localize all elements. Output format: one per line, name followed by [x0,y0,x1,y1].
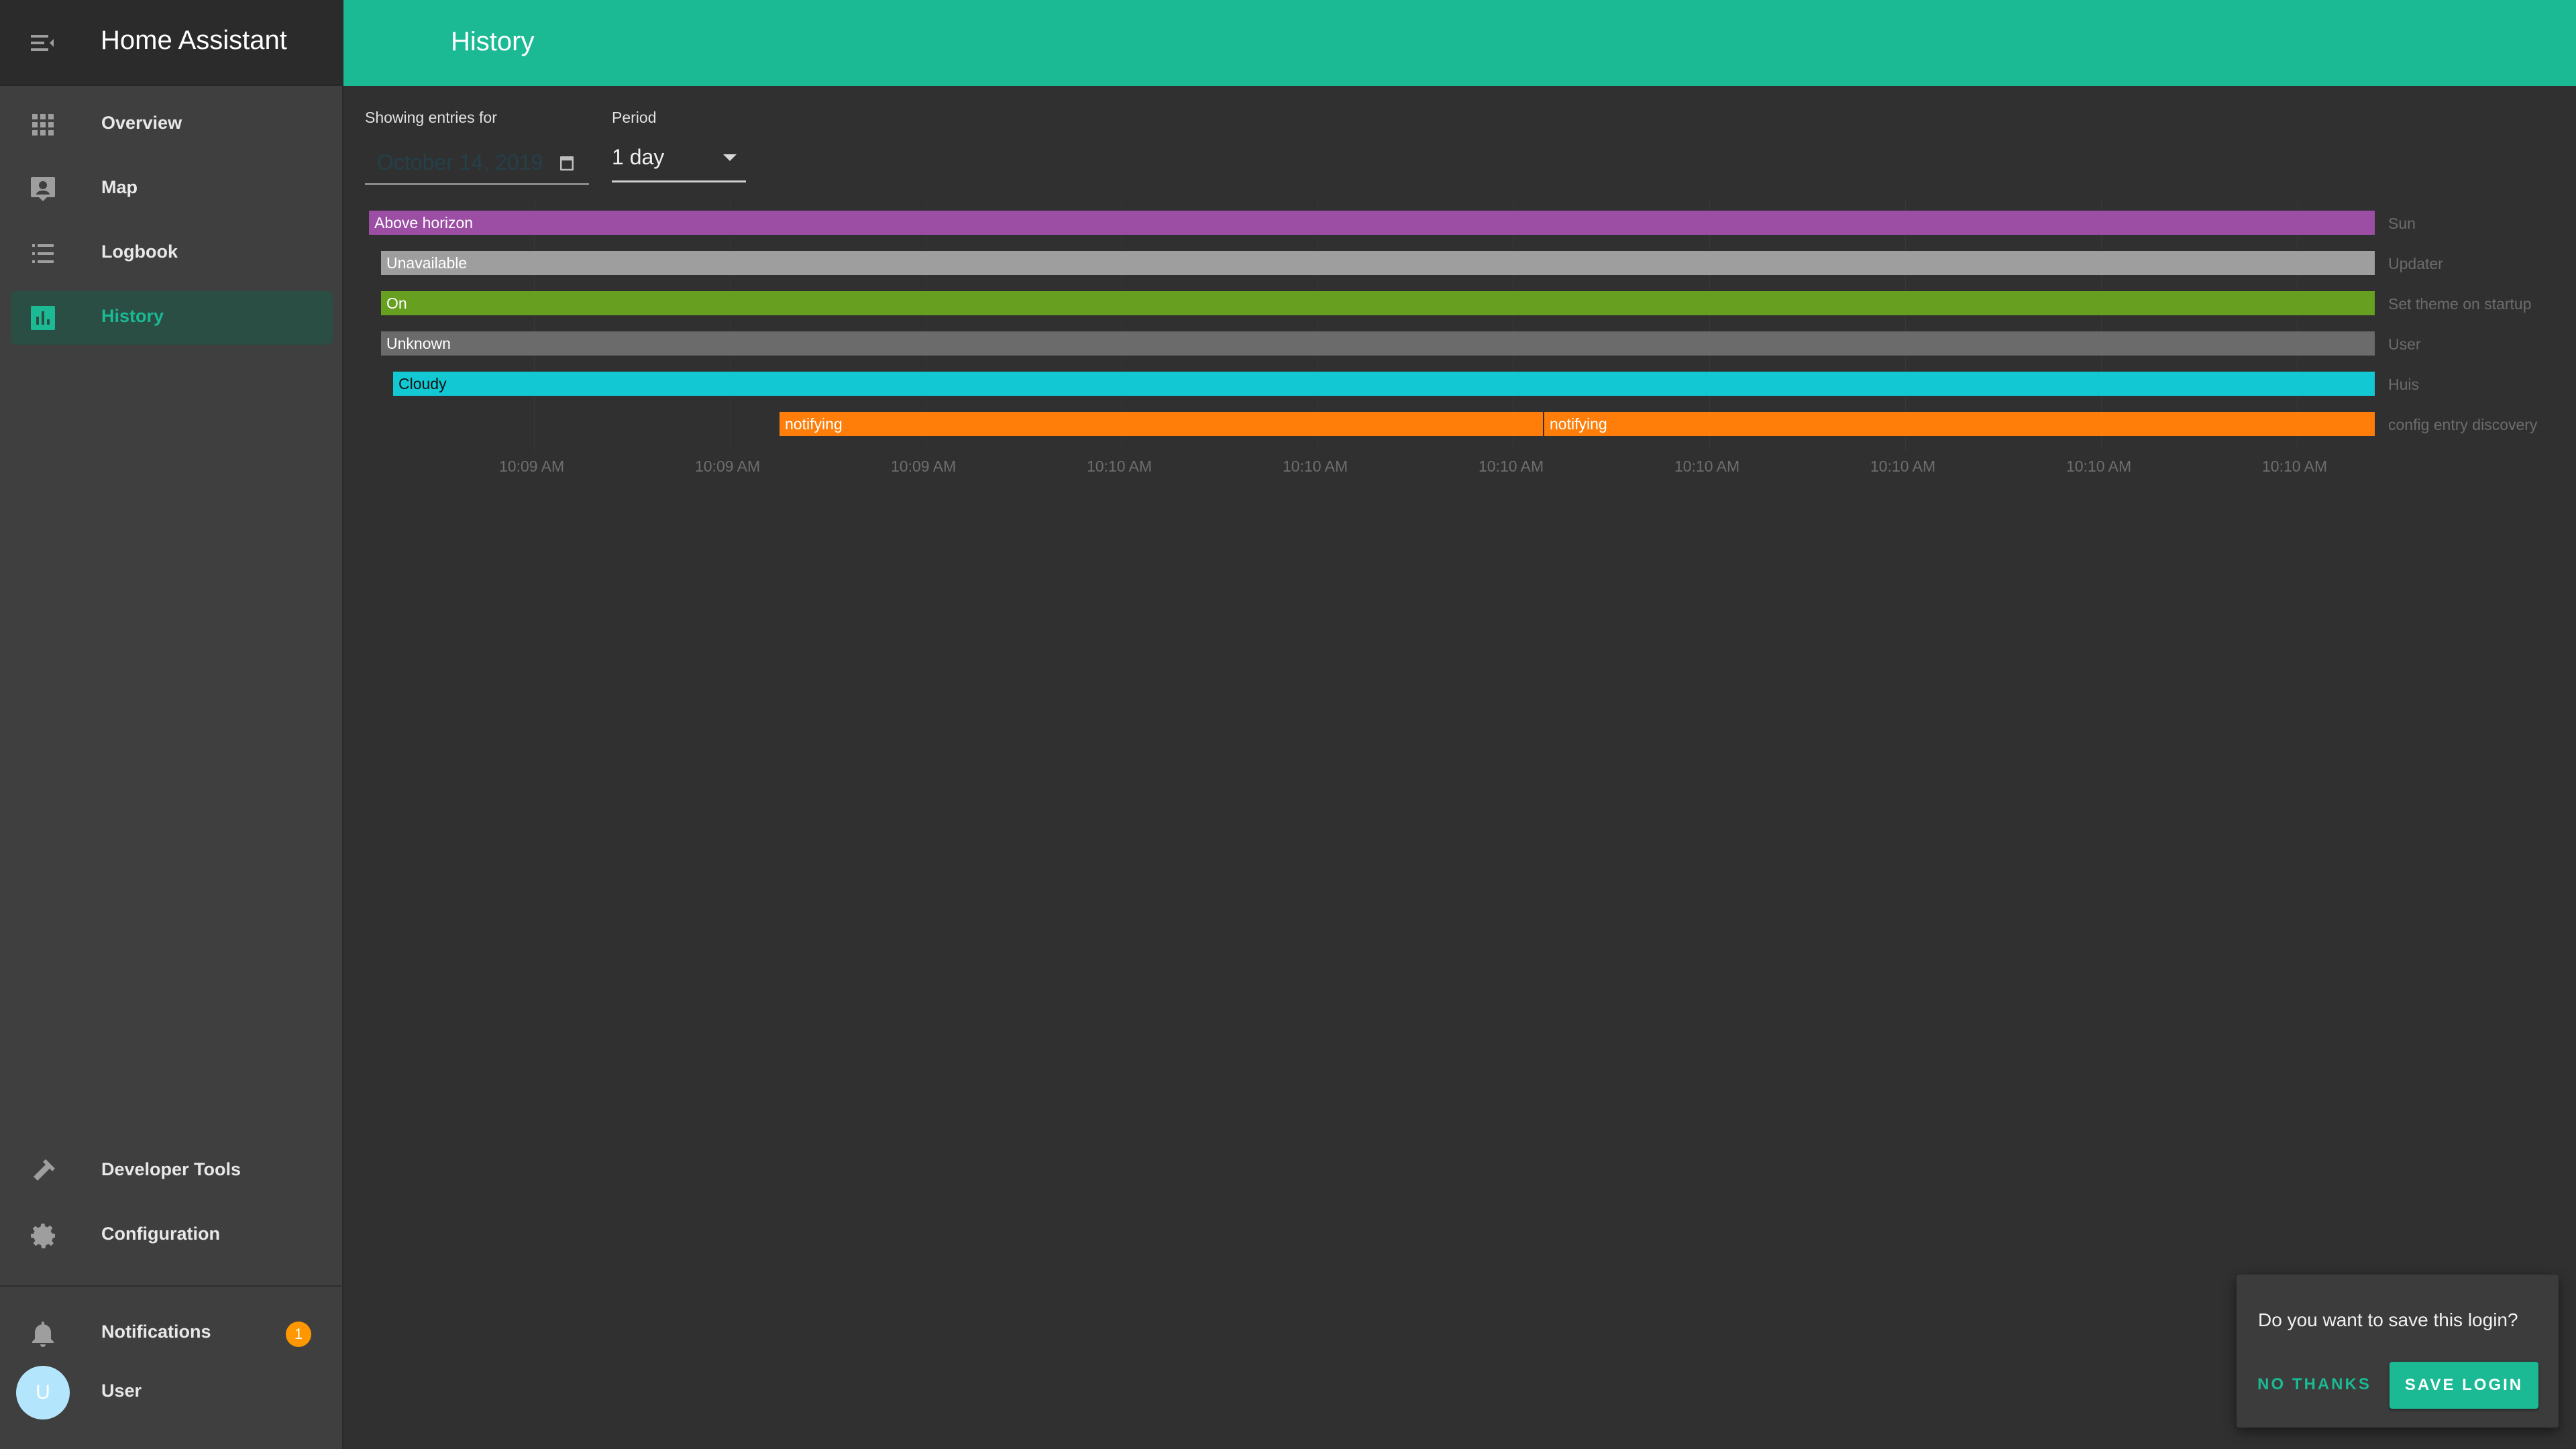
sidebar-item-label: User [101,1381,142,1401]
period-value: 1 day [612,145,665,169]
axis-tick-label: 10:10 AM [2066,458,2132,475]
avatar: U [16,1366,70,1419]
entity-label: Huis [2388,376,2420,393]
app-title: Home Assistant [101,25,287,55]
sidebar-item-label: Logbook [101,241,178,262]
calendar-icon[interactable] [557,153,577,173]
gridline [730,201,731,451]
period-field-label: Period [612,109,657,126]
menu-toggle-icon[interactable] [27,27,59,59]
timeline-bar[interactable]: Above horizon [369,211,2375,235]
sidebar-header: Home Assistant [0,0,343,86]
entity-label: User [2388,335,2421,353]
sidebar-item-overview[interactable]: Overview [11,98,333,152]
period-select[interactable]: 1 day [612,141,746,182]
sidebar-item-logbook[interactable]: Logbook [11,227,333,280]
timeline-bar[interactable]: Unknown [381,331,2375,356]
timeline-bar[interactable]: Cloudy [393,372,2375,396]
timeline-bar[interactable]: On [381,291,2375,315]
entity-label: Sun [2388,215,2416,232]
axis-tick-label: 10:09 AM [695,458,761,475]
sidebar-item-history[interactable]: History [11,291,333,345]
entity-label: Updater [2388,255,2443,272]
sidebar-item-notifications[interactable]: Notifications 1 [11,1307,333,1360]
timeline-bar[interactable]: notifying [1544,412,2375,436]
format-list-bulleted-icon [27,237,59,270]
notification-count-badge: 1 [286,1322,311,1347]
axis-tick-label: 10:10 AM [1674,458,1740,475]
top-app-bar: History [343,0,2576,86]
apps-icon [27,109,59,141]
sidebar-item-label: Developer Tools [101,1159,241,1179]
sidebar-item-developer-tools[interactable]: Developer Tools [11,1144,333,1198]
sidebar-item-label: Configuration [101,1224,220,1244]
axis-tick-label: 10:10 AM [1479,458,1544,475]
sidebar-item-label: Notifications [101,1322,211,1342]
page-title: History [451,27,535,56]
save-login-toast: Do you want to save this login? NO THANK… [2237,1275,2559,1428]
chart-box-icon [27,302,59,334]
sidebar: Home Assistant Overview Map Logbook Hist… [0,0,343,1449]
timeline-bar[interactable]: notifying [780,412,1543,436]
entity-label: config entry discovery [2388,416,2538,433]
date-picker-input[interactable]: October 14, 2019 [365,141,589,185]
history-timeline: Above horizon Sun Unavailable Updater On… [365,201,2576,483]
sidebar-item-label: Map [101,177,138,197]
axis-tick-label: 10:10 AM [1870,458,1936,475]
save-login-button[interactable]: SAVE LOGIN [2390,1362,2538,1409]
date-value: October 14, 2019 [377,150,543,174]
sidebar-item-label: Overview [101,113,182,133]
map-account-icon [27,173,59,205]
axis-tick-label: 10:09 AM [499,458,565,475]
timeline-bar[interactable]: Unavailable [381,251,2375,275]
sidebar-item-label: History [101,306,164,326]
bell-icon [27,1318,59,1350]
axis-tick-label: 10:10 AM [1283,458,1348,475]
entity-label: Set theme on startup [2388,295,2532,313]
sidebar-divider [0,1285,343,1287]
gridline [534,201,535,451]
sidebar-item-user[interactable]: U User [11,1366,333,1419]
axis-tick-label: 10:09 AM [891,458,957,475]
gear-icon [27,1220,59,1252]
no-thanks-button[interactable]: NO THANKS [2254,1360,2375,1409]
hammer-icon [27,1155,59,1187]
toast-message: Do you want to save this login? [2258,1309,2518,1330]
chevron-down-icon [723,154,737,161]
sidebar-item-map[interactable]: Map [11,162,333,216]
sidebar-item-configuration[interactable]: Configuration [11,1209,333,1263]
axis-tick-label: 10:10 AM [2262,458,2328,475]
axis-tick-label: 10:10 AM [1087,458,1152,475]
date-field-label: Showing entries for [365,109,497,126]
